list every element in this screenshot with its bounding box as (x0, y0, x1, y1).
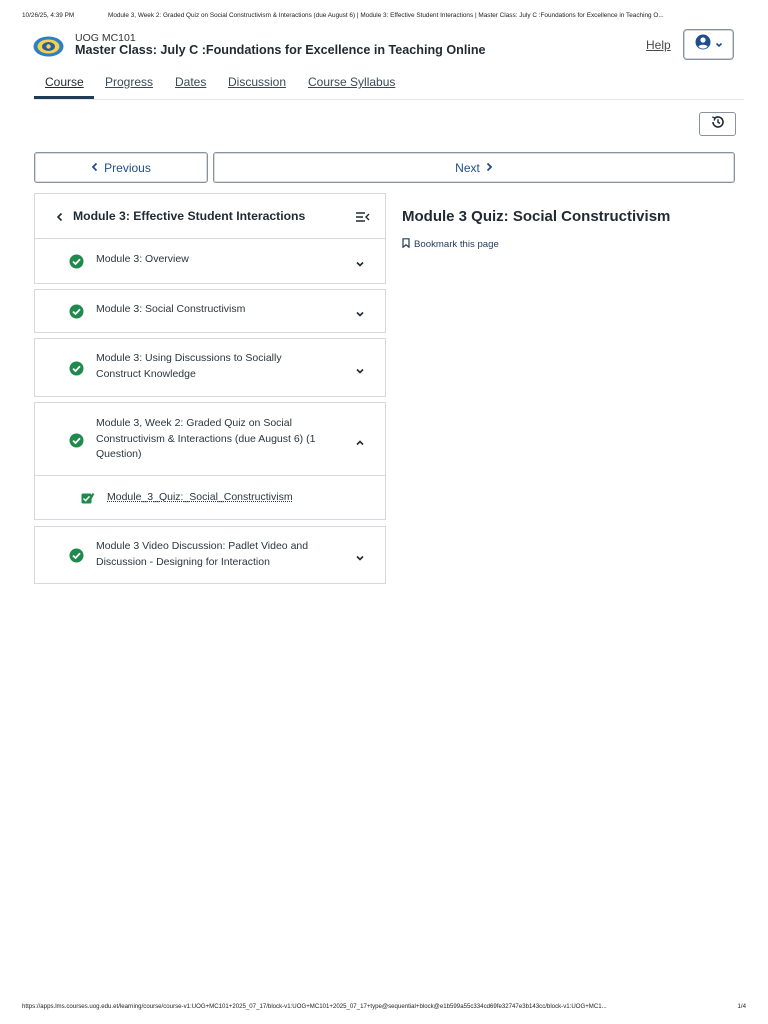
unit-title: Module 3 Quiz: Social Constructivism (402, 208, 671, 225)
chevron-down-icon (355, 550, 365, 568)
user-avatar-icon (695, 34, 711, 55)
outline-section[interactable]: Module 3: Overview (34, 239, 386, 284)
section-label: Module 3, Week 2: Graded Quiz on Social … (96, 417, 316, 460)
chevron-up-icon (355, 435, 365, 453)
complete-check-icon (69, 548, 84, 568)
subsection-label: Module_3_Quiz:_Social_Constructivism (107, 491, 293, 503)
chevron-down-icon (355, 306, 365, 324)
history-icon (710, 114, 726, 135)
chevron-left-icon (91, 161, 99, 175)
next-label: Next (455, 160, 480, 175)
tab-discussion[interactable]: Discussion (228, 75, 286, 89)
complete-check-icon (69, 433, 84, 453)
outline-header: Module 3: Effective Student Interactions (34, 193, 386, 239)
section-label: Module 3: Overview (96, 253, 189, 265)
outline-section[interactable]: Module 3: Using Discussions to Socially … (34, 338, 386, 397)
theme-toggle-button[interactable] (699, 112, 736, 136)
section-label: Module 3: Social Constructivism (96, 303, 246, 315)
outline-subsection[interactable]: Module_3_Quiz:_Social_Constructivism (34, 476, 386, 520)
complete-check-icon (69, 304, 84, 324)
help-link[interactable]: Help (646, 38, 671, 52)
tab-dates[interactable]: Dates (175, 75, 206, 89)
print-footer: https://apps.lms.courses.uog.edu.et/lear… (22, 1003, 746, 1013)
section-label: Module 3 Video Discussion: Padlet Video … (96, 540, 309, 568)
course-tabs: Course Progress Dates Discussion Course … (34, 70, 744, 100)
user-menu-button[interactable] (683, 29, 734, 60)
outline-title: Module 3: Effective Student Interactions (73, 209, 306, 223)
next-button[interactable]: Next (213, 152, 735, 183)
collapse-sidebar-icon[interactable] (355, 210, 370, 228)
chevron-down-icon (355, 363, 365, 381)
print-doc-title: Module 3, Week 2: Graded Quiz on Social … (108, 12, 664, 19)
print-url: https://apps.lms.courses.uog.edu.et/lear… (22, 1003, 607, 1010)
complete-check-icon (69, 254, 84, 274)
tab-progress[interactable]: Progress (105, 75, 153, 89)
tab-course-syllabus[interactable]: Course Syllabus (308, 75, 395, 89)
outline-section[interactable]: Module 3: Social Constructivism (34, 289, 386, 333)
quiz-edit-icon (80, 491, 95, 511)
print-page-number: 1/4 (737, 1003, 746, 1010)
section-label: Module 3: Using Discussions to Socially … (96, 352, 282, 380)
course-title: Master Class: July C :Foundations for Ex… (75, 43, 486, 57)
previous-label: Previous (104, 160, 151, 175)
bookmark-icon (402, 238, 410, 251)
print-header: 10/26/25, 4:39 PM Module 3, Week 2: Grad… (22, 12, 746, 22)
tab-course[interactable]: Course (45, 75, 84, 89)
active-tab-indicator (34, 96, 94, 99)
university-logo[interactable] (33, 36, 64, 57)
print-datetime: 10/26/25, 4:39 PM (22, 12, 75, 19)
chevron-down-icon (355, 256, 365, 274)
complete-check-icon (69, 361, 84, 381)
bookmark-button[interactable]: Bookmark this page (402, 238, 499, 251)
bookmark-label: Bookmark this page (414, 239, 499, 250)
previous-button[interactable]: Previous (34, 152, 208, 183)
course-outline-sidebar: Module 3: Effective Student Interactions… (34, 193, 386, 584)
outline-section[interactable]: Module 3 Video Discussion: Padlet Video … (34, 526, 386, 584)
chevron-right-icon (485, 161, 493, 175)
back-chevron-icon[interactable] (55, 210, 65, 228)
outline-section-expanded[interactable]: Module 3, Week 2: Graded Quiz on Social … (34, 402, 386, 476)
chevron-down-icon (715, 36, 723, 54)
